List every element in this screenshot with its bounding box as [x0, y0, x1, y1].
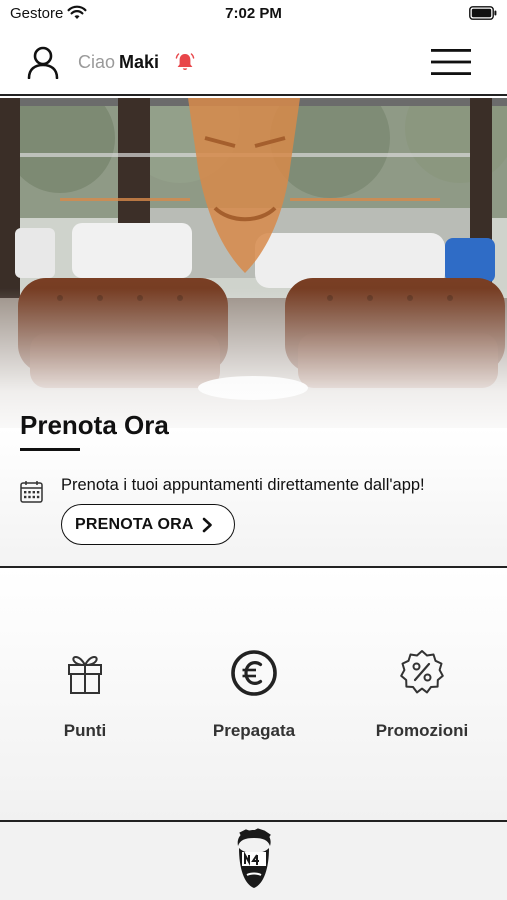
booking-description: Prenota i tuoi appuntamenti direttamente…: [61, 476, 425, 494]
bell-icon[interactable]: [175, 52, 195, 72]
battery-icon: [469, 6, 497, 20]
app-header: Ciao Maki: [0, 30, 507, 96]
quick-actions: Punti Prepagata Promozioni: [0, 568, 507, 820]
bottom-bar: [0, 822, 507, 900]
user-icon[interactable]: [26, 45, 60, 79]
gift-icon: [68, 656, 102, 694]
greeting-prefix: Ciao: [78, 52, 116, 72]
action-label-promozioni: Promozioni: [375, 721, 469, 740]
chevron-right-icon: [202, 517, 212, 532]
book-now-button[interactable]: PRENOTA ORA: [61, 504, 235, 545]
action-prepagata[interactable]: Prepagata: [169, 648, 339, 741]
action-punti[interactable]: Punti: [0, 648, 170, 741]
action-label-prepagata: Prepagata: [212, 721, 296, 740]
calendar-icon: [20, 481, 43, 503]
status-bar: Gestore 7:02 PM: [0, 0, 507, 30]
booking-hero: Prenota Ora Prenota i tuoi appuntamenti …: [0, 98, 507, 566]
user-name: Maki: [119, 52, 160, 72]
hamburger-menu-icon[interactable]: [431, 48, 471, 76]
book-now-button-label: PRENOTA ORA: [75, 515, 194, 533]
title-underline: [20, 448, 80, 451]
action-promozioni[interactable]: Promozioni: [337, 648, 507, 741]
discount-badge-icon: [400, 650, 444, 694]
euro-icon: [231, 650, 277, 696]
booking-title: Prenota Ora: [20, 410, 169, 440]
greeting: Ciao Maki: [78, 52, 159, 73]
action-label-punti: Punti: [63, 721, 107, 740]
barber-logo-icon[interactable]: [232, 828, 276, 890]
clock: 7:02 PM: [225, 5, 282, 22]
